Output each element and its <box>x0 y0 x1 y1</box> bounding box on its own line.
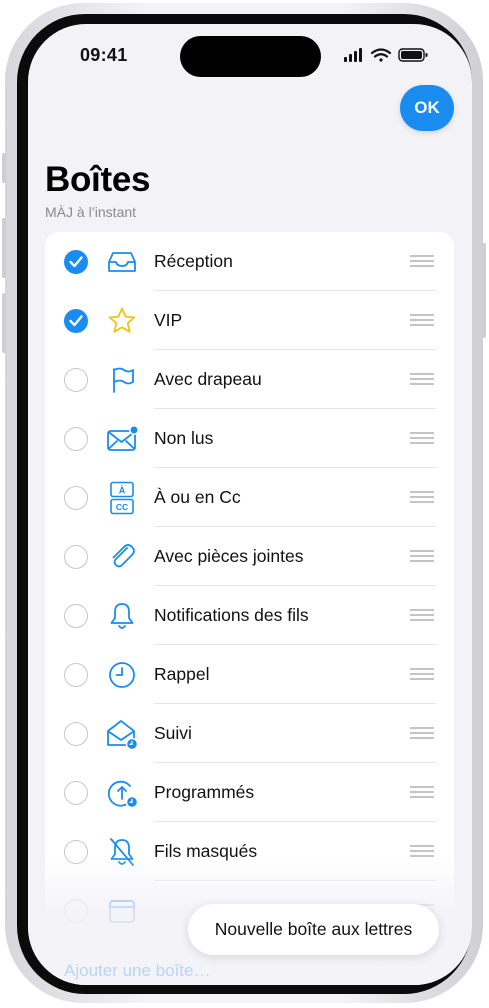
reorder-handle-icon[interactable] <box>410 314 434 328</box>
dynamic-island <box>180 36 321 77</box>
mailbox-label: Avec drapeau <box>154 369 262 389</box>
status-time: 09:41 <box>80 45 128 65</box>
follow-up-envelope-icon <box>107 720 139 751</box>
svg-text:CC: CC <box>116 502 128 512</box>
mailbox-label: Programmés <box>154 782 255 802</box>
battery-icon <box>398 48 428 62</box>
mailbox-row-unread[interactable]: Non lus <box>45 409 454 468</box>
reorder-handle-icon[interactable] <box>410 491 434 505</box>
inbox-tray-icon <box>108 252 136 272</box>
unchecked-circle-icon[interactable] <box>64 781 88 805</box>
reorder-handle-icon[interactable] <box>410 373 434 387</box>
mailbox-row-scheduled[interactable]: Programmés <box>45 763 454 822</box>
paperclip-icon <box>112 544 135 568</box>
checked-circle-icon[interactable] <box>64 309 88 333</box>
mailbox-row-reminder[interactable]: Rappel <box>45 645 454 704</box>
unchecked-circle-icon[interactable] <box>64 663 88 687</box>
side-button <box>482 243 486 338</box>
unread-envelope-icon <box>107 425 139 451</box>
to-cc-icon: À CC <box>110 481 134 515</box>
mailbox-label: Réception <box>154 251 233 271</box>
unchecked-circle-icon[interactable] <box>64 368 88 392</box>
update-status: MÀJ à l’instant <box>45 204 137 220</box>
mailbox-row-follow-up[interactable]: Suivi <box>45 704 454 763</box>
checked-circle-icon[interactable] <box>64 250 88 274</box>
reorder-handle-icon[interactable] <box>410 255 434 269</box>
mailbox-row-attachments[interactable]: Avec pièces jointes <box>45 527 454 586</box>
mailbox-label: Rappel <box>154 664 210 684</box>
volume-down-button <box>2 293 6 353</box>
mailbox-row-to-cc[interactable]: À CC À ou en Cc <box>45 468 454 527</box>
mailbox-label: VIP <box>154 310 183 330</box>
mailbox-label: Notifications des fils <box>154 605 309 625</box>
clock-icon <box>109 662 135 688</box>
unchecked-circle-icon[interactable] <box>64 604 88 628</box>
reorder-handle-icon[interactable] <box>410 609 434 623</box>
flag-icon <box>113 367 134 393</box>
add-mailbox-link[interactable]: Ajouter une boîte… <box>64 961 210 981</box>
unchecked-circle-icon[interactable] <box>64 427 88 451</box>
bell-icon <box>110 603 134 629</box>
mailbox-row-vip[interactable]: VIP <box>45 291 454 350</box>
page-title: Boîtes <box>45 160 151 199</box>
mailbox-label: Suivi <box>154 723 192 743</box>
reorder-handle-icon[interactable] <box>410 550 434 564</box>
reorder-handle-icon[interactable] <box>410 786 434 800</box>
mailbox-label: Non lus <box>154 428 214 448</box>
unchecked-circle-icon[interactable] <box>64 722 88 746</box>
reorder-handle-icon[interactable] <box>410 432 434 446</box>
volume-up-button <box>2 218 6 278</box>
phone-frame: 09:41 OK Boîtes MÀJ à l’instant Réceptio… <box>2 3 486 1003</box>
cellular-signal-icon <box>344 48 362 62</box>
mailbox-row-inbox[interactable]: Réception <box>45 232 454 291</box>
ok-button[interactable]: OK <box>400 85 454 131</box>
unchecked-circle-icon[interactable] <box>64 545 88 569</box>
star-icon <box>108 307 136 333</box>
new-mailbox-button[interactable]: Nouvelle boîte aux lettres <box>188 904 439 955</box>
svg-text:À: À <box>119 486 126 496</box>
reorder-handle-icon[interactable] <box>410 727 434 741</box>
mailbox-row-flagged[interactable]: Avec drapeau <box>45 350 454 409</box>
screen: 09:41 OK Boîtes MÀJ à l’instant Réceptio… <box>28 24 472 985</box>
unchecked-circle-icon[interactable] <box>64 486 88 510</box>
mailbox-label: Avec pièces jointes <box>154 546 304 566</box>
mailbox-label: À ou en Cc <box>154 487 241 507</box>
scheduled-clock-icon <box>107 780 139 809</box>
mailbox-row-thread-notifications[interactable]: Notifications des fils <box>45 586 454 645</box>
status-icons <box>344 48 428 62</box>
reorder-handle-icon[interactable] <box>410 668 434 682</box>
wifi-icon <box>370 48 392 62</box>
action-button <box>2 153 6 183</box>
